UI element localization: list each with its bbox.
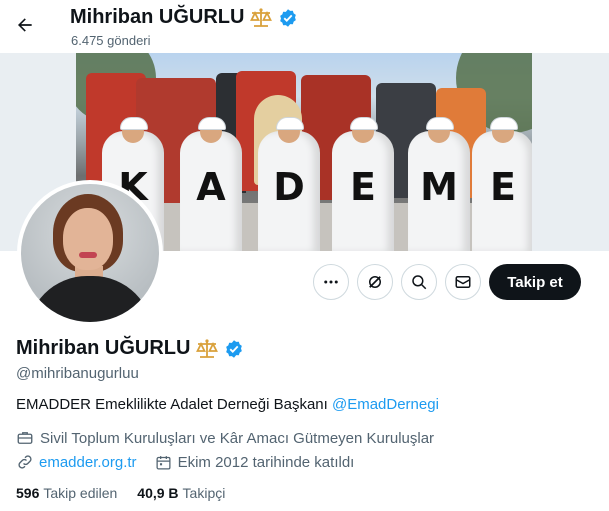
message-button[interactable] xyxy=(445,264,481,300)
post-count: 6.475 gönderi xyxy=(71,33,151,48)
banner-figure: M xyxy=(408,117,470,251)
profile-category: Sivil Toplum Kuruluşları ve Kâr Amacı Gü… xyxy=(40,429,435,447)
profile-bio: EMADDER Emeklilikte Adalet Derneği Başka… xyxy=(16,396,439,413)
banner-figure: D xyxy=(258,117,320,251)
search-button[interactable] xyxy=(401,264,437,300)
scales-icon xyxy=(250,7,273,27)
scales-icon xyxy=(196,338,219,358)
link-icon xyxy=(18,455,32,469)
more-button[interactable] xyxy=(313,264,349,300)
banner-letter: D xyxy=(273,165,305,209)
profile-category-row: Sivil Toplum Kuruluşları ve Kâr Amacı Gü… xyxy=(16,429,434,447)
banner-letter: M xyxy=(420,165,458,209)
back-button[interactable] xyxy=(10,10,40,40)
more-horizontal-icon xyxy=(324,280,338,284)
profile-name-row: Mihriban UĞURLU xyxy=(16,337,244,360)
website-link[interactable]: emadder.org.tr xyxy=(39,454,137,471)
profile-meta-row: emadder.org.tr Ekim 2012 tarihinde katıl… xyxy=(16,453,354,471)
profile-handle: @mihribanugurluu xyxy=(16,365,139,382)
following-count: 596 xyxy=(16,485,40,501)
avatar[interactable] xyxy=(17,180,163,326)
followers-link[interactable]: 40,9 B Takipçi xyxy=(137,485,225,501)
arrow-left-icon xyxy=(18,18,32,32)
banner-letter: A xyxy=(196,165,226,209)
profile-actions xyxy=(313,264,481,300)
top-bar: Mihriban UĞURLU 6.475 gönderi xyxy=(0,0,609,53)
banner-figure: E xyxy=(332,117,394,251)
verified-badge-icon xyxy=(280,8,297,27)
follow-stats: 596 Takip edilen 40,9 B Takipçi xyxy=(16,485,225,501)
grok-icon xyxy=(369,276,381,288)
bio-mention-link[interactable]: @EmadDernegi xyxy=(332,396,439,413)
banner-letter: E xyxy=(490,165,516,209)
profile-name: Mihriban UĞURLU xyxy=(16,337,191,359)
banner-figure: A xyxy=(180,117,242,251)
following-label: Takip edilen xyxy=(43,485,118,501)
header-name: Mihriban UĞURLU xyxy=(70,6,245,28)
join-date: Ekim 2012 tarihinde katıldı xyxy=(177,453,355,471)
verified-badge-icon[interactable] xyxy=(224,339,244,359)
briefcase-icon xyxy=(17,432,33,444)
followers-count: 40,9 B xyxy=(137,485,179,501)
calendar-icon-wrap xyxy=(155,454,172,471)
banner-letter: E xyxy=(350,165,376,209)
follow-button[interactable]: Takip et xyxy=(489,264,581,300)
followers-label: Takipçi xyxy=(182,485,226,501)
grok-button[interactable] xyxy=(357,264,393,300)
search-icon xyxy=(412,275,427,290)
banner-figure: E xyxy=(472,117,532,251)
envelope-icon xyxy=(455,276,471,288)
bio-text: EMADDER Emeklilikte Adalet Derneği Başka… xyxy=(16,396,332,413)
calendar-icon xyxy=(156,455,171,470)
header-title: Mihriban UĞURLU xyxy=(70,6,298,29)
following-link[interactable]: 596 Takip edilen xyxy=(16,485,117,501)
